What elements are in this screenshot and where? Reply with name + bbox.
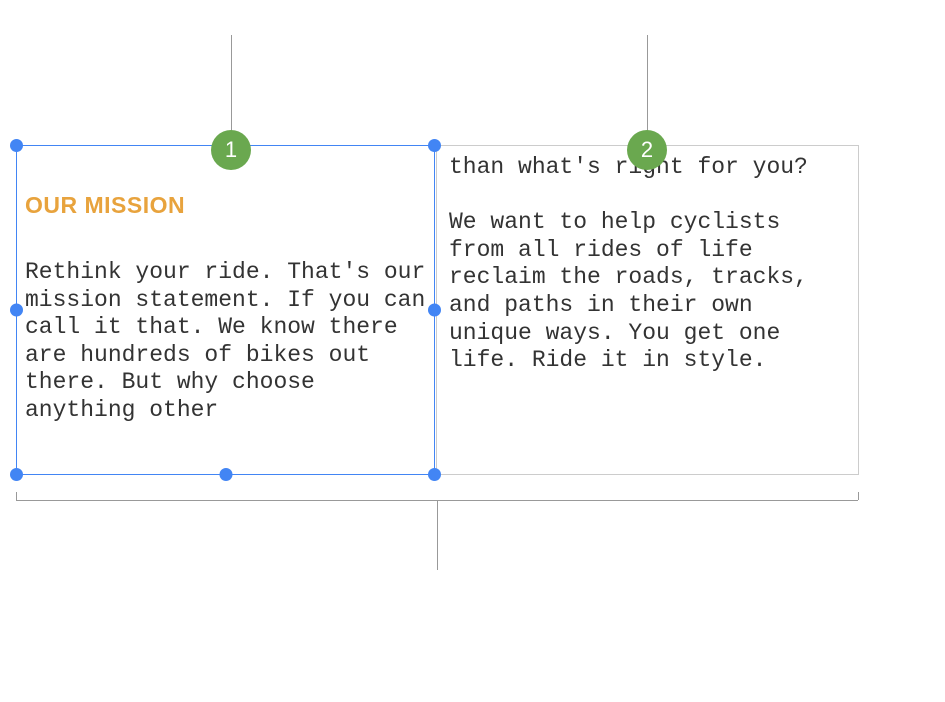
- bracket-tick-right: [858, 492, 859, 500]
- linked-textbox-1-selected[interactable]: OUR MISSION Rethink your ride. That's ou…: [16, 145, 435, 475]
- bracket-tick-left: [16, 492, 17, 500]
- linked-textbox-2[interactable]: than what's right for you? We want to he…: [436, 145, 859, 475]
- diagram-canvas: 1 2 than what's right for you? We want t…: [0, 0, 945, 702]
- selection-handle-bottom-left[interactable]: [10, 468, 23, 481]
- callout-line-bottom: [437, 500, 438, 570]
- selection-handle-top-left[interactable]: [10, 139, 23, 152]
- textbox-1-body: Rethink your ride. That's our mission st…: [25, 259, 426, 425]
- callout-badge-2-label: 2: [641, 137, 653, 163]
- selection-handle-middle-right[interactable]: [428, 304, 441, 317]
- callout-badge-1-label: 1: [225, 137, 237, 163]
- callout-badge-1: 1: [211, 130, 251, 170]
- callout-badge-2: 2: [627, 130, 667, 170]
- textbox-2-body: than what's right for you? We want to he…: [449, 154, 846, 375]
- selection-handle-top-right[interactable]: [428, 139, 441, 152]
- textbox-1-heading: OUR MISSION: [25, 192, 426, 219]
- selection-handle-bottom-right[interactable]: [428, 468, 441, 481]
- document-area: than what's right for you? We want to he…: [16, 145, 859, 478]
- selection-handle-bottom-middle[interactable]: [219, 468, 232, 481]
- selection-handle-middle-left[interactable]: [10, 304, 23, 317]
